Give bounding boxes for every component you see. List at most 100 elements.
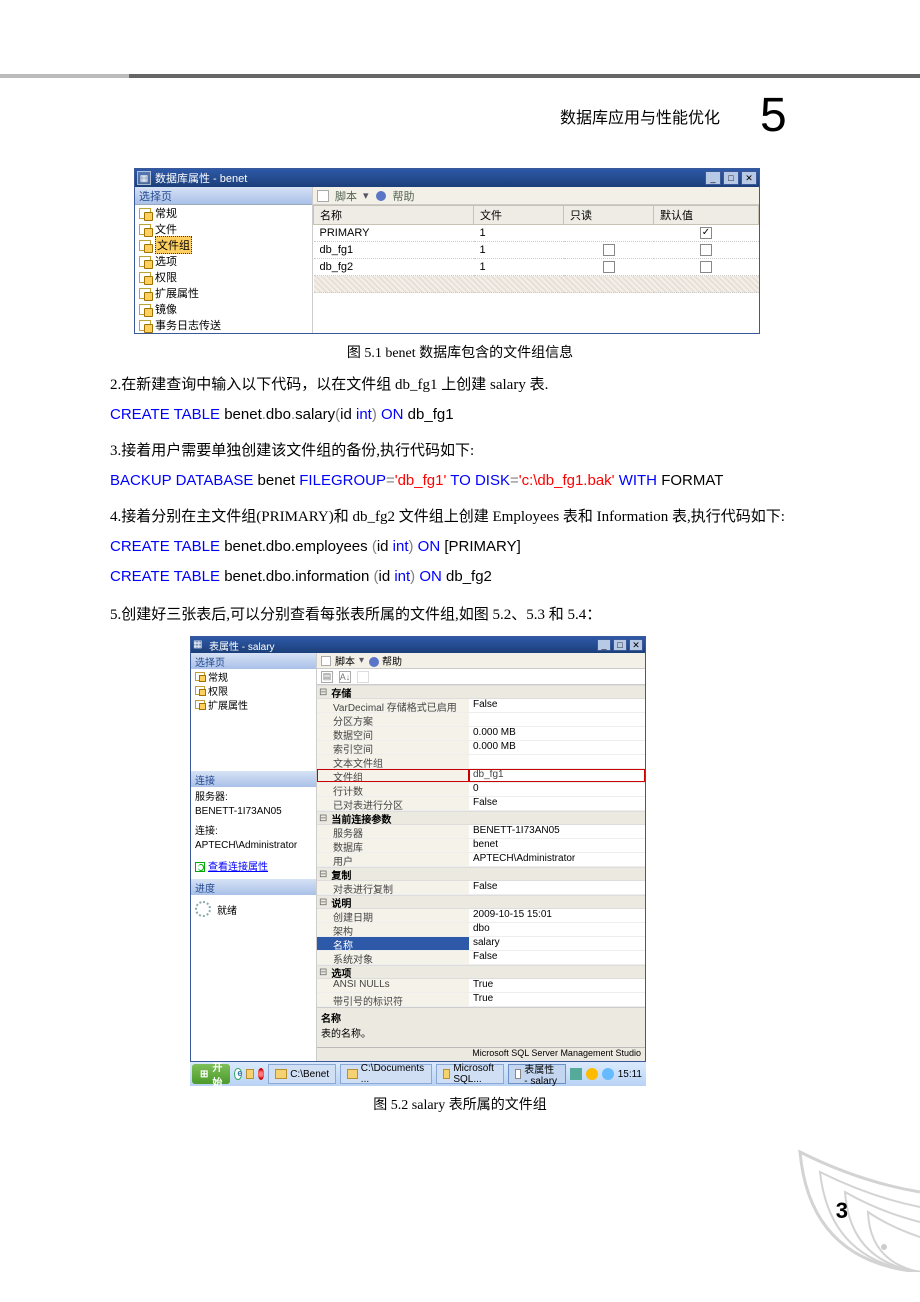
property-row[interactable]: 文件组db_fg1 — [317, 769, 645, 783]
taskbar-item[interactable]: C:\Documents ... — [340, 1064, 432, 1084]
sidebar-item-ext-props[interactable]: 扩展属性 — [191, 697, 316, 711]
property-row[interactable]: 名称salary — [317, 937, 645, 951]
alphabetical-icon[interactable]: A↓ — [339, 671, 351, 683]
col-readonly[interactable]: 只读 — [564, 206, 654, 225]
taskbar[interactable]: ⊞开始 C:\Benet C:\Documents ... Microsoft … — [190, 1062, 646, 1086]
maximize-icon[interactable]: □ — [723, 171, 739, 185]
sidebar-item-filegroups[interactable]: 文件组 — [135, 237, 312, 253]
property-row[interactable]: VarDecimal 存储格式已启用False — [317, 699, 645, 713]
property-row[interactable]: 架构dbo — [317, 923, 645, 937]
taskbar-item[interactable]: C:\Benet — [268, 1064, 336, 1084]
property-row[interactable]: 创建日期2009-10-15 15:01 — [317, 909, 645, 923]
section-desc[interactable]: 说明 — [317, 895, 645, 909]
col-default[interactable]: 默认值 — [654, 206, 759, 225]
section-opt[interactable]: 选项 — [317, 965, 645, 979]
categorized-icon[interactable]: ▤ — [321, 671, 333, 683]
checkbox-icon[interactable] — [700, 261, 712, 273]
col-name[interactable]: 名称 — [314, 206, 474, 225]
taskbar-item-label: C:\Documents ... — [361, 1063, 426, 1085]
property-row[interactable]: 系统对象False — [317, 951, 645, 965]
property-value: True — [469, 993, 645, 1006]
sidebar-item-ext-props[interactable]: 扩展属性 — [135, 285, 312, 301]
checkbox-icon[interactable] — [700, 244, 712, 256]
sidebar-item-label: 事务日志传送 — [155, 317, 221, 333]
property-key: 服务器 — [317, 825, 469, 838]
property-key: 已对表进行分区 — [317, 797, 469, 810]
property-row[interactable]: 带引号的标识符True — [317, 993, 645, 1007]
window-title: 表属性 - salary — [209, 638, 275, 653]
property-row[interactable]: 已对表进行分区False — [317, 797, 645, 811]
property-key: 创建日期 — [317, 909, 469, 922]
media-icon[interactable] — [258, 1068, 265, 1080]
window-titlebar[interactable]: ▦ 表属性 - salary _ □ ✕ — [191, 637, 645, 653]
tray-icon[interactable] — [602, 1068, 614, 1080]
cell-readonly — [564, 225, 654, 242]
script-button[interactable]: 脚本 — [335, 653, 355, 668]
script-button[interactable]: 脚本 — [335, 188, 357, 204]
close-icon[interactable]: ✕ — [741, 171, 757, 185]
filegroup-table: 名称 文件 只读 默认值 PRIMARY 1 db_fg1 1 — [313, 205, 759, 293]
property-row[interactable]: 数据库benet — [317, 839, 645, 853]
property-key: 行计数 — [317, 783, 469, 796]
chapter-number: 5 — [760, 88, 787, 143]
cell-default[interactable] — [654, 259, 759, 276]
cell-name: db_fg2 — [314, 259, 474, 276]
cell-default[interactable] — [654, 225, 759, 242]
section-storage[interactable]: 存储 — [317, 685, 645, 699]
section-conn[interactable]: 当前连接参数 — [317, 811, 645, 825]
checkbox-icon[interactable] — [603, 261, 615, 273]
sidebar-item-general[interactable]: 常规 — [135, 205, 312, 221]
property-row[interactable]: 用户APTECH\Administrator — [317, 853, 645, 867]
help-button[interactable]: 帮助 — [382, 653, 402, 668]
property-key: 文本文件组 — [317, 755, 469, 768]
section-rep[interactable]: 复制 — [317, 867, 645, 881]
sidebar-item-permissions[interactable]: 权限 — [191, 683, 316, 697]
cell-default[interactable] — [654, 242, 759, 259]
explorer-icon[interactable] — [246, 1069, 254, 1079]
table-row[interactable]: PRIMARY 1 — [314, 225, 759, 242]
sidebar-item-options[interactable]: 选项 — [135, 253, 312, 269]
cell-files: 1 — [474, 225, 564, 242]
sidebar-item-mirror[interactable]: 镜像 — [135, 301, 312, 317]
taskbar-item-active[interactable]: 表属性 - salary — [508, 1064, 566, 1084]
help-button[interactable]: 帮助 — [393, 188, 415, 204]
table-row[interactable]: db_fg2 1 — [314, 259, 759, 276]
col-files[interactable]: 文件 — [474, 206, 564, 225]
sidebar-item-log-shipping[interactable]: 事务日志传送 — [135, 317, 312, 333]
tray-icon[interactable] — [570, 1068, 582, 1080]
property-row[interactable]: 行计数0 — [317, 783, 645, 797]
sidebar-item-permissions[interactable]: 权限 — [135, 269, 312, 285]
conn-value: APTECH\Administrator — [195, 839, 312, 853]
property-row[interactable]: 索引空间0.000 MB — [317, 741, 645, 755]
start-button[interactable]: ⊞开始 — [192, 1064, 230, 1084]
window-titlebar[interactable]: ▦ 数据库属性 - benet _ □ ✕ — [135, 169, 759, 187]
taskbar-item[interactable]: Microsoft SQL... — [436, 1064, 504, 1084]
close-icon[interactable]: ✕ — [629, 639, 643, 651]
page-icon — [139, 256, 151, 267]
sort-bar[interactable]: ▤ A↓ — [317, 669, 645, 685]
property-row[interactable]: 文本文件组 — [317, 755, 645, 769]
minimize-icon[interactable]: _ — [597, 639, 611, 651]
view-conn-link[interactable]: 查看连接属性 — [208, 862, 268, 873]
ie-icon[interactable] — [234, 1068, 242, 1080]
table-row[interactable]: db_fg1 1 — [314, 242, 759, 259]
property-row[interactable]: 分区方案 — [317, 713, 645, 727]
step-2: 2.在新建查询中输入以下代码，以在文件组 db_fg1 上创建 salary 表… — [80, 372, 840, 398]
checkbox-icon[interactable] — [700, 227, 712, 239]
folder-icon — [275, 1069, 287, 1079]
cell-readonly[interactable] — [564, 259, 654, 276]
maximize-icon[interactable]: □ — [613, 639, 627, 651]
cell-readonly[interactable] — [564, 242, 654, 259]
sidebar-item-label: 文件组 — [155, 236, 192, 254]
sidebar-item-general[interactable]: 常规 — [191, 669, 316, 683]
tray-icon[interactable] — [586, 1068, 598, 1080]
sidebar-item-label: 镜像 — [155, 301, 177, 317]
property-row[interactable]: 数据空间0.000 MB — [317, 727, 645, 741]
property-row[interactable]: 服务器BENETT-1I73AN05 — [317, 825, 645, 839]
property-row[interactable]: 对表进行复制False — [317, 881, 645, 895]
property-row[interactable]: ANSI NULLsTrue — [317, 979, 645, 993]
minimize-icon[interactable]: _ — [705, 171, 721, 185]
checkbox-icon[interactable] — [603, 244, 615, 256]
sidebar-item-files[interactable]: 文件 — [135, 221, 312, 237]
property-value: 0.000 MB — [469, 741, 645, 754]
